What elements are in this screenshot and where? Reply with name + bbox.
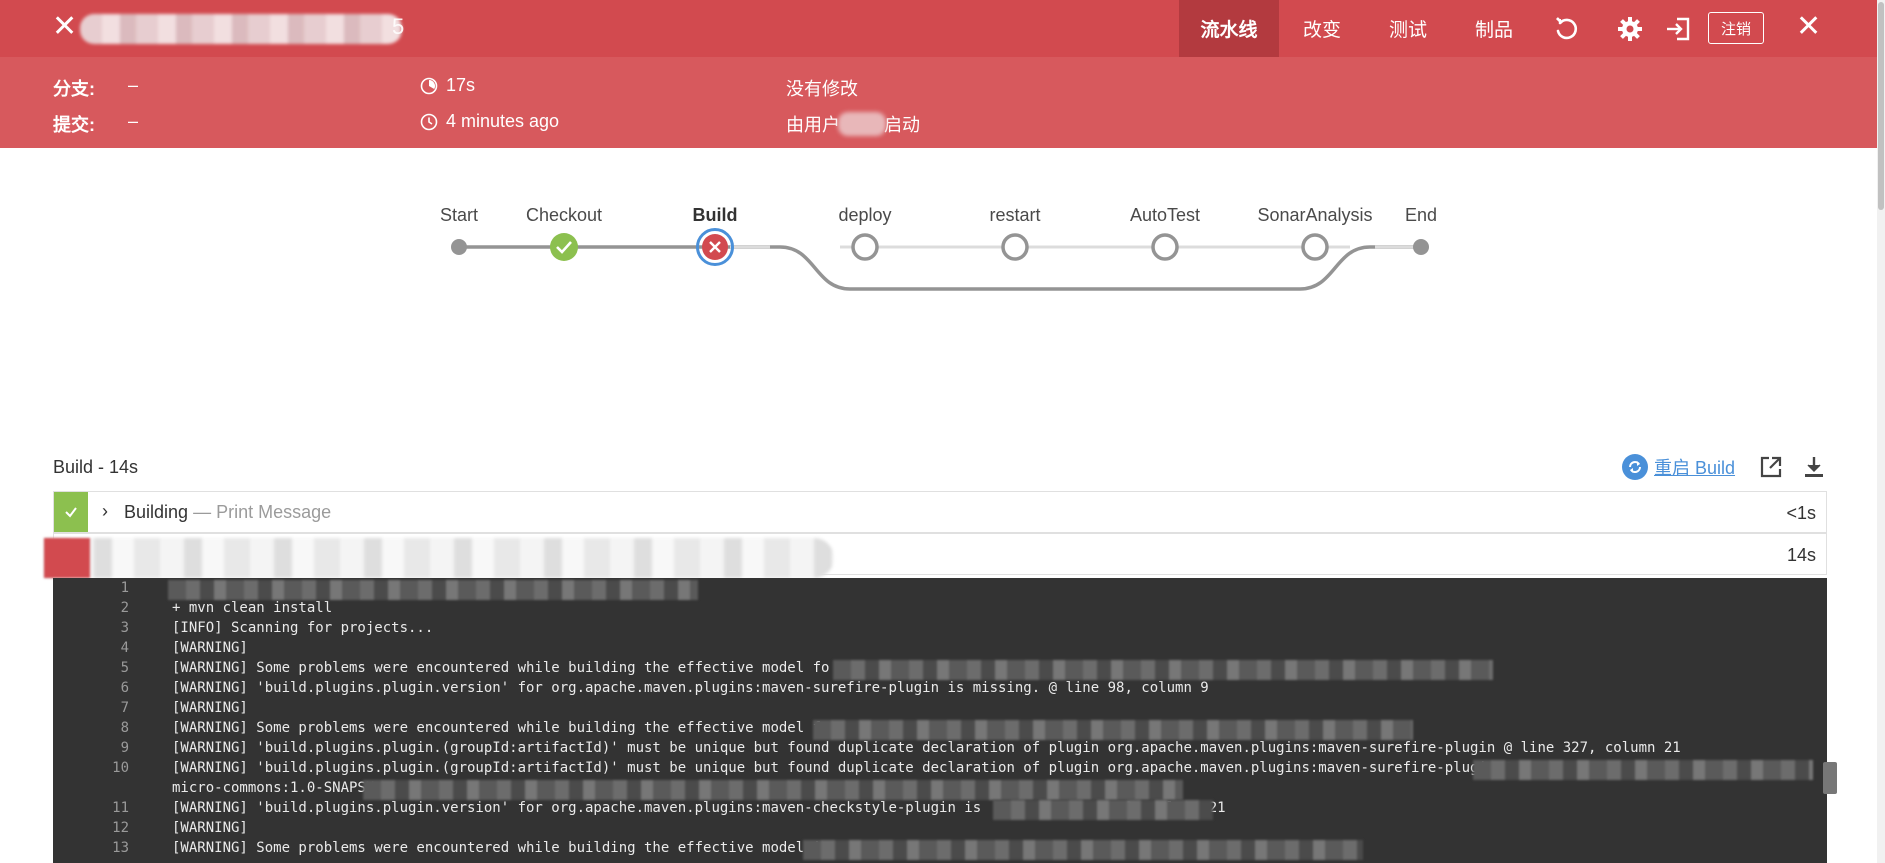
stage-end-node: [1413, 239, 1429, 255]
step-row-building[interactable]: › Building — Print Message <1s: [53, 491, 1827, 533]
log-line: 6 [WARNING] 'build.plugins.plugin.version…: [120, 680, 1209, 696]
tab-tests[interactable]: 测试: [1365, 0, 1451, 57]
tab-pipeline[interactable]: 流水线: [1179, 0, 1279, 57]
changes-text: 没有修改: [786, 79, 858, 99]
restart-icon: [1622, 454, 1648, 480]
job-title-redacted: [80, 14, 402, 44]
stage-build-node[interactable]: [696, 228, 734, 266]
step-failed-icon: [44, 538, 90, 578]
log-redaction: [813, 720, 1413, 740]
started-by-suffix: 启动: [884, 115, 920, 135]
user-name-redacted: [838, 112, 886, 136]
stage-label-checkout: Checkout: [525, 205, 603, 225]
branch-value: –: [128, 75, 139, 95]
log-line: 2 + mvn clean install: [120, 600, 333, 616]
log-redaction: [993, 800, 1213, 820]
page-scrollbar-thumb[interactable]: [1878, 2, 1884, 210]
branch-label: 分支:: [53, 79, 95, 99]
clock-icon: [420, 113, 438, 130]
step-name: Building — Print Message: [124, 502, 331, 523]
stage-label-end: End: [1404, 205, 1438, 225]
step-duration: 14s: [1786, 545, 1816, 565]
stage-label-sonaranalysis: SonarAnalysis: [1257, 205, 1373, 225]
time-ago: 4 minutes ago: [446, 111, 560, 131]
restart-stage-label: 重启 Build: [1654, 458, 1736, 478]
duration-value: 17s: [446, 75, 476, 95]
stage-label-start: Start: [439, 205, 479, 225]
stage-restart-node[interactable]: [1000, 232, 1030, 262]
log-redaction: [803, 840, 1363, 860]
log-redaction: [168, 580, 698, 600]
log-redaction: [363, 780, 1183, 800]
tab-changes[interactable]: 改变: [1279, 0, 1365, 57]
stage-checkout-node[interactable]: [548, 231, 580, 263]
log-redaction: [833, 660, 1493, 680]
log-line: 9 [WARNING] 'build.plugins.plugin.(groupI…: [120, 740, 1681, 756]
stage-deploy-node[interactable]: [850, 232, 880, 262]
replay-icon[interactable]: [1550, 13, 1582, 45]
pipeline-graph: Start Checkout Build deploy restart Auto…: [420, 195, 1450, 305]
log-scrollbar-thumb[interactable]: [1823, 762, 1837, 794]
exit-icon[interactable]: [1662, 13, 1694, 45]
log-line: 3 [INFO] Scanning for projects...: [120, 620, 434, 636]
started-by-prefix: 由用户: [786, 115, 840, 135]
stage-label-restart: restart: [989, 205, 1041, 225]
log-line: 7 [WARNING]: [120, 700, 248, 716]
download-icon[interactable]: [1801, 454, 1829, 482]
run-info-bar: 分支: – 提交: – 17s 4 minutes ago 没有修改 由用户 启…: [0, 57, 1877, 148]
chevron-right-icon[interactable]: ›: [102, 501, 108, 522]
logout-button[interactable]: 注销: [1708, 12, 1764, 44]
tab-artifacts[interactable]: 制品: [1451, 0, 1537, 57]
restart-stage-button[interactable]: 重启 Build: [1622, 454, 1735, 480]
stage-label-deploy: deploy: [838, 205, 892, 225]
commit-label: 提交:: [53, 115, 95, 135]
stage-label-autotest: AutoTest: [1129, 205, 1201, 225]
stage-detail-title: Build - 14s: [53, 457, 139, 477]
step-title: Building: [124, 502, 189, 522]
console-log[interactable]: 1 2 + mvn clean install 3 [INFO] Scanning …: [53, 578, 1827, 863]
log-line: 11 [WARNING] 'build.plugins.plugin.versio…: [112, 800, 1226, 816]
commit-value: –: [128, 111, 139, 131]
top-bar: ✕ 5 流水线 改变 测试 制品 注销 ✕: [0, 0, 1877, 57]
open-external-icon[interactable]: [1758, 454, 1786, 482]
stage-autotest-node[interactable]: [1150, 232, 1180, 262]
step-success-icon: [54, 492, 88, 532]
gear-icon[interactable]: [1614, 13, 1646, 45]
step-duration: <1s: [1786, 503, 1816, 523]
stage-sonaranalysis-node[interactable]: [1300, 232, 1330, 262]
step-title-redacted: [44, 538, 834, 578]
collapse-icon[interactable]: ✕: [52, 12, 77, 42]
step-subtitle: — Print Message: [193, 502, 332, 522]
stage-start-node: [451, 239, 467, 255]
log-line: 12 [WARNING]: [112, 820, 248, 836]
job-title-suffix: 5: [392, 14, 405, 39]
duration-icon: [420, 77, 438, 94]
stage-label-build: Build: [692, 205, 738, 225]
log-line: 4 [WARNING]: [120, 640, 248, 656]
log-redaction: [1473, 760, 1813, 780]
close-icon[interactable]: ✕: [1796, 12, 1821, 42]
